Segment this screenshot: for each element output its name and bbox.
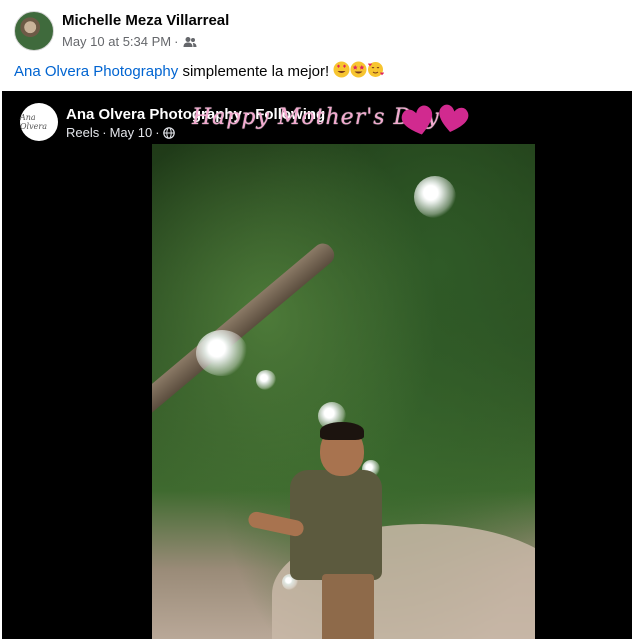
reel-video[interactable]: Ana Olvera Ana Olvera Photography · Foll… (2, 91, 632, 639)
heart-sticker-icon-2 (439, 104, 469, 132)
post-meta: May 10 at 5:34 PM · (62, 34, 197, 49)
reel-meta-separator-2: · (155, 125, 160, 140)
page-avatar[interactable]: Ana Olvera (20, 103, 58, 141)
post-body-text: simplemente la mejor! (178, 63, 330, 80)
author-avatar[interactable] (14, 11, 54, 51)
mention-link[interactable]: Ana Olvera Photography (14, 63, 178, 80)
star-struck-emoji (350, 61, 367, 78)
page-avatar-logo: Ana Olvera (20, 113, 47, 131)
reel-photo (152, 144, 535, 639)
author-name[interactable]: Michelle Meza Villarreal (62, 12, 229, 29)
meta-separator: · (174, 34, 179, 49)
post-timestamp[interactable]: May 10 at 5:34 PM (62, 34, 171, 49)
post-text: Ana Olvera Photography simplemente la me… (14, 61, 385, 80)
friends-icon[interactable] (183, 36, 197, 48)
reel-date[interactable]: May 10 (110, 125, 153, 140)
post-header: Michelle Meza Villarreal May 10 at 5:34 … (0, 0, 634, 58)
reel-meta: Reels · May 10 · (66, 125, 175, 140)
reels-label[interactable]: Reels (66, 125, 99, 140)
globe-icon (162, 126, 175, 139)
reel-meta-separator-1: · (102, 125, 107, 140)
heart-eyes-emoji (333, 61, 350, 78)
heart-sticker-icon (401, 105, 433, 135)
smiling-hearts-emoji (368, 62, 385, 77)
